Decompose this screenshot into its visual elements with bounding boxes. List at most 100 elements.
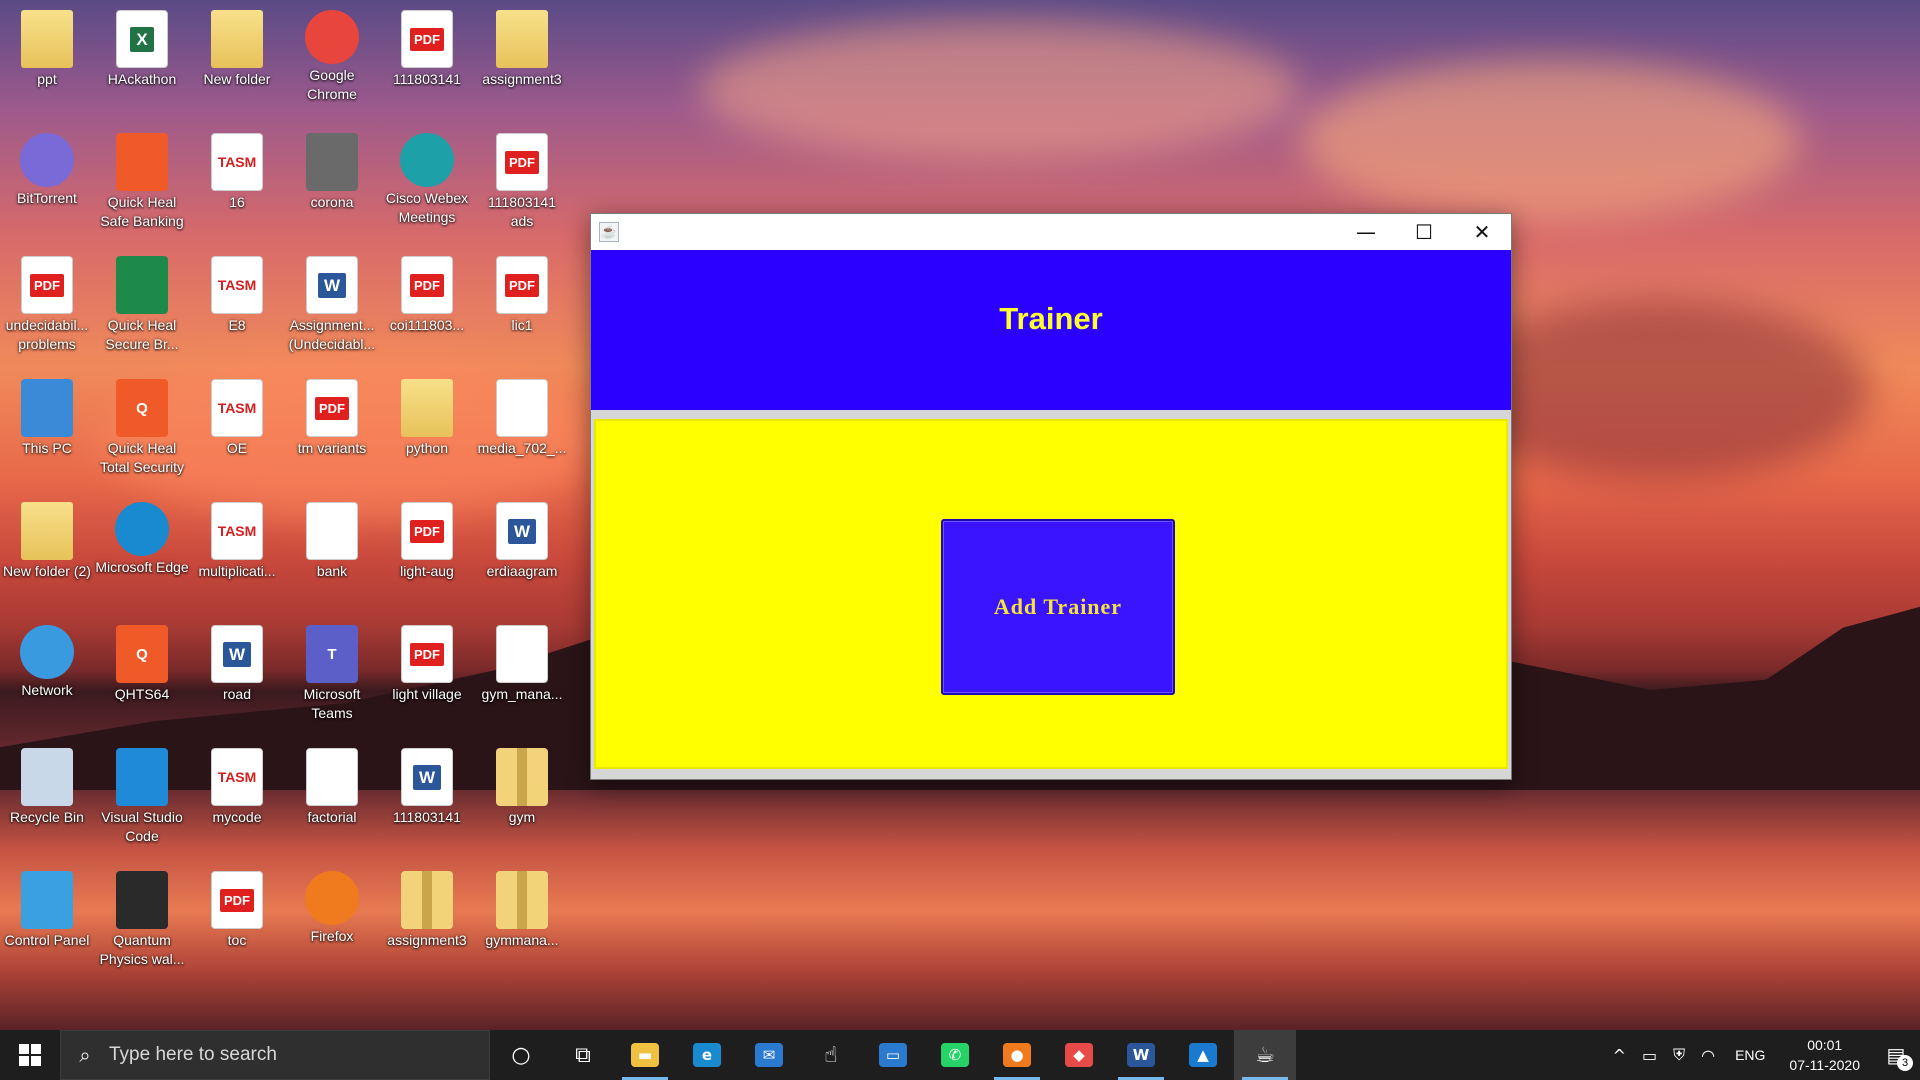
add-trainer-button[interactable]: Add Trainer xyxy=(941,519,1175,695)
taskbar-glyph: ▬ xyxy=(631,1043,659,1067)
start-button[interactable] xyxy=(0,1030,60,1080)
desktop-icon-label: road xyxy=(222,686,252,702)
icon-glyph: PDF xyxy=(315,396,349,420)
minimize-button[interactable]: — xyxy=(1337,214,1395,250)
desktop-icon[interactable]: Visual Studio Code xyxy=(95,740,189,846)
file-explorer-icon[interactable]: ▬ xyxy=(614,1030,676,1080)
desktop-icon[interactable]: TASM mycode xyxy=(190,740,284,827)
desktop-icon[interactable]: Control Panel xyxy=(0,863,94,950)
desktop-icon[interactable]: PDF undecidabil... problems xyxy=(0,248,94,354)
notification-center-button[interactable]: ▤ 3 xyxy=(1872,1030,1920,1080)
clock[interactable]: 00:01 07-11-2020 xyxy=(1777,1035,1872,1075)
desktop-icon[interactable]: media_702_... xyxy=(475,371,569,458)
battery-icon[interactable]: ▭ xyxy=(1634,1046,1665,1065)
desktop-icon-label: Network xyxy=(21,682,73,698)
desktop-icon[interactable]: Q Quick Heal Total Security xyxy=(95,371,189,477)
desktop-icon-label: 111803141 ads xyxy=(488,194,556,229)
window-app-icon[interactable]: ▭ xyxy=(862,1030,924,1080)
security-icon[interactable]: ⛨ xyxy=(1665,1045,1693,1065)
mail-icon[interactable]: ✉ xyxy=(738,1030,800,1080)
desktop-icon[interactable]: BitTorrent xyxy=(0,125,94,208)
desktop-icon[interactable]: TASM 16 xyxy=(190,125,284,212)
desktop-icon[interactable]: Q QHTS64 xyxy=(95,617,189,704)
icon-glyph: TASM xyxy=(217,768,257,785)
desktop-icon[interactable]: corona xyxy=(285,125,379,212)
desktop-icon-label: Quantum Physics wal... xyxy=(99,932,185,967)
desktop-icon[interactable]: Network xyxy=(0,617,94,700)
desktop-icon[interactable]: TASM multiplicati... xyxy=(190,494,284,581)
desktop-icon[interactable]: assignment3 xyxy=(380,863,474,950)
desktop-icon[interactable]: gym xyxy=(475,740,569,827)
desktop-icon[interactable]: PDF toc xyxy=(190,863,284,950)
desktop-icon[interactable]: TASM E8 xyxy=(190,248,284,335)
desktop-icon[interactable]: X HAckathon xyxy=(95,2,189,89)
touch-icon[interactable]: ☝ xyxy=(800,1030,862,1080)
desktop-icon[interactable]: PDF light-aug xyxy=(380,494,474,581)
desktop-icon[interactable]: This PC xyxy=(0,371,94,458)
desktop-icon[interactable]: Firefox xyxy=(285,863,379,946)
desktop-icon[interactable]: TASM OE xyxy=(190,371,284,458)
desktop-icon[interactable]: factorial xyxy=(285,740,379,827)
desktop-icon[interactable]: Quantum Physics wal... xyxy=(95,863,189,969)
java-icon[interactable]: ☕ xyxy=(1234,1030,1296,1080)
desktop-icon-label: Recycle Bin xyxy=(10,809,84,825)
desktop-icon[interactable]: W Assignment... (Undecidabl... xyxy=(285,248,379,354)
desktop-icon[interactable]: PDF coi111803... xyxy=(380,248,474,335)
desktop-icon[interactable]: ppt xyxy=(0,2,94,89)
desktop-icon[interactable]: Microsoft Edge xyxy=(95,494,189,577)
photos-icon[interactable]: ▲ xyxy=(1172,1030,1234,1080)
taskbar-glyph: ◆ xyxy=(1065,1043,1093,1067)
desktop-icon[interactable]: Quick Heal Safe Banking xyxy=(95,125,189,231)
desktop-icon[interactable]: assignment3 xyxy=(475,2,569,89)
pdf-icon: PDF xyxy=(306,379,358,437)
app-icon: Q xyxy=(116,379,168,437)
app-icon xyxy=(116,871,168,929)
desktop-icon[interactable]: gymmana... xyxy=(475,863,569,950)
cortana-icon[interactable]: ○ xyxy=(490,1030,552,1080)
desktop-icon[interactable]: New folder xyxy=(190,2,284,89)
desktop-icon[interactable]: PDF 111803141 ads xyxy=(475,125,569,231)
pdf-icon: PDF xyxy=(496,256,548,314)
pdf-icon: PDF xyxy=(496,133,548,191)
close-button[interactable]: ✕ xyxy=(1453,214,1511,250)
edge-icon[interactable]: e xyxy=(676,1030,738,1080)
desktop-icon[interactable]: T Microsoft Teams xyxy=(285,617,379,723)
desktop-icon[interactable]: Werdiaagram xyxy=(475,494,569,581)
desktop-icon[interactable]: Recycle Bin xyxy=(0,740,94,827)
whatsapp-icon[interactable]: ✆ xyxy=(924,1030,986,1080)
task-view-icon[interactable]: ⧉ xyxy=(552,1030,614,1080)
desktop-icon[interactable]: Wroad xyxy=(190,617,284,704)
pdf-icon: PDF xyxy=(401,502,453,560)
desktop-icon[interactable]: PDF 111803141 xyxy=(380,2,474,89)
clock-time: 00:01 xyxy=(1807,1037,1843,1053)
tray-chevron-icon[interactable]: ^ xyxy=(1605,1046,1634,1065)
round-icon xyxy=(20,133,74,187)
desktop-icon[interactable]: Cisco Webex Meetings xyxy=(380,125,474,227)
desktop-icon[interactable]: python xyxy=(380,371,474,458)
wifi-icon[interactable]: ◠ xyxy=(1693,1046,1723,1065)
desktop-icon[interactable]: Quick Heal Secure Br... xyxy=(95,248,189,354)
desktop-icon[interactable]: PDF tm variants xyxy=(285,371,379,458)
firefox-icon[interactable]: ● xyxy=(986,1030,1048,1080)
desktop-icon[interactable]: New folder (2) xyxy=(0,494,94,581)
desktop-icon[interactable]: W 111803141 xyxy=(380,740,474,827)
word-icon[interactable]: W xyxy=(1110,1030,1172,1080)
cube-app-icon[interactable]: ◆ xyxy=(1048,1030,1110,1080)
folder-icon xyxy=(211,10,263,68)
zip-icon xyxy=(496,871,548,929)
taskbar-search[interactable]: ⌕ Type here to search xyxy=(60,1030,490,1080)
window-titlebar[interactable]: ☕ — ☐ ✕ xyxy=(591,214,1511,250)
desktop-icon[interactable]: Google Chrome xyxy=(285,2,379,104)
desktop-icon[interactable]: PDF lic1 xyxy=(475,248,569,335)
desktop-icon[interactable]: bank xyxy=(285,494,379,581)
java-icon[interactable]: ☕ xyxy=(599,222,619,242)
icon-glyph: PDF xyxy=(220,888,254,912)
desktop-icon-label: factorial xyxy=(307,809,357,825)
desktop-icon-label: BitTorrent xyxy=(17,190,77,206)
language-indicator[interactable]: ENG xyxy=(1723,1047,1777,1063)
maximize-button[interactable]: ☐ xyxy=(1395,214,1453,250)
desktop-icon[interactable]: PDF light village xyxy=(380,617,474,704)
search-icon: ⌕ xyxy=(79,1043,91,1067)
desktop-icon[interactable]: gym_mana... xyxy=(475,617,569,704)
asm-icon: TASM xyxy=(211,379,263,437)
